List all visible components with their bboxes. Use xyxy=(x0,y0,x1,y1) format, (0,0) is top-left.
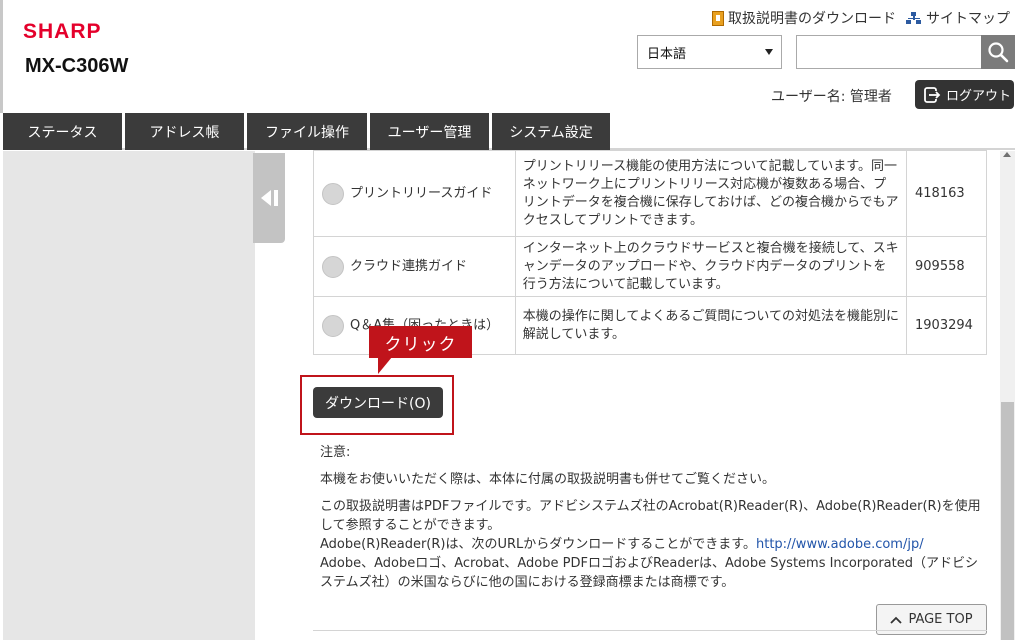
table-row: プリントリリースガイド プリントリリース機能の使用方法について記載しています。同… xyxy=(313,150,987,237)
manual-name: プリントリリースガイド xyxy=(350,185,493,201)
main-tabs: ステータス アドレス帳 ファイル操作 ユーザー管理 システム設定 xyxy=(3,113,1015,150)
search-input[interactable] xyxy=(796,35,982,69)
callout-tail xyxy=(378,357,392,374)
search-button[interactable] xyxy=(981,35,1015,69)
manual-name: クラウド連携ガイド xyxy=(350,258,468,274)
tab-file-operations[interactable]: ファイル操作 xyxy=(247,113,367,150)
scroll-up-arrow-icon[interactable] xyxy=(1003,152,1011,157)
manual-size: 418163 xyxy=(906,150,987,237)
username-label: ユーザー名: 管理者 xyxy=(771,89,892,105)
divider xyxy=(313,630,987,631)
tab-status[interactable]: ステータス xyxy=(3,113,122,150)
sidebar-toggle[interactable] xyxy=(253,153,285,243)
search-icon xyxy=(988,42,1009,63)
manual-download-link[interactable]: 取扱説明書のダウンロード xyxy=(712,8,896,28)
click-callout: クリック xyxy=(369,326,472,358)
tab-system-settings[interactable]: システム設定 xyxy=(492,113,610,150)
manual-table: プリントリリースガイド プリントリリース機能の使用方法について記載しています。同… xyxy=(313,150,987,355)
notice-heading: 注意: xyxy=(320,445,351,460)
logout-button[interactable]: ログアウト xyxy=(915,80,1014,109)
manual-radio[interactable] xyxy=(322,255,344,278)
book-icon xyxy=(712,10,724,26)
tab-user-management[interactable]: ユーザー管理 xyxy=(370,113,489,150)
manual-description: インターネット上のクラウドサービスと複合機を接続して、スキャンデータのアップロー… xyxy=(514,236,908,297)
manual-radio[interactable] xyxy=(322,314,344,337)
caret-down-icon xyxy=(765,49,773,55)
notice-text: Adobe、Adobeロゴ、Acrobat、Adobe PDFロゴおよびRead… xyxy=(320,556,978,590)
manual-description: 本機の操作に関してよくあるご質問についての対処法を機能別に解説しています。 xyxy=(514,296,908,355)
notice-line: 本機をお使いいただく際は、本体に付属の取扱説明書も併せてご覧ください。 xyxy=(320,472,776,487)
manual-size: 909558 xyxy=(906,236,987,297)
collapse-arrow-icon xyxy=(260,190,271,206)
language-value: 日本語 xyxy=(647,46,687,62)
scrollbar-thumb[interactable] xyxy=(1001,402,1014,640)
notice-text: この取扱説明書はPDFファイルです。アドビシステムズ社のAcrobat(R)Re… xyxy=(320,499,981,533)
header: SHARP MX-C306W 取扱説明書のダウンロード サイトマップ 日本語 ユ… xyxy=(0,0,1015,113)
chevron-up-icon xyxy=(890,616,903,624)
download-button[interactable]: ダウンロード(O) xyxy=(313,387,443,418)
manual-description: プリントリリース機能の使用方法について記載しています。同一ネットワーク上にプリン… xyxy=(514,150,908,237)
table-row: クラウド連携ガイド インターネット上のクラウドサービスと複合機を接続して、スキャ… xyxy=(313,236,987,297)
sitemap-link[interactable]: サイトマップ xyxy=(906,8,1010,28)
manual-download-label: 取扱説明書のダウンロード xyxy=(728,11,896,27)
notice-paragraph: この取扱説明書はPDFファイルです。アドビシステムズ社のAcrobat(R)Re… xyxy=(320,497,985,592)
model-name: MX-C306W xyxy=(25,55,129,77)
logout-icon xyxy=(924,86,941,103)
top-links: 取扱説明書のダウンロード サイトマップ xyxy=(712,8,1010,28)
logout-label: ログアウト xyxy=(946,89,1012,104)
sitemap-label: サイトマップ xyxy=(926,11,1010,27)
brand-logo: SHARP xyxy=(23,20,102,43)
manual-radio[interactable] xyxy=(322,182,344,205)
page-top-label: PAGE TOP xyxy=(908,612,973,627)
manual-size: 1903294 xyxy=(906,296,987,355)
sidebar xyxy=(3,151,255,640)
notice-section: 注意: 本機をお使いいただく際は、本体に付属の取扱説明書も併せてご覧ください。 … xyxy=(320,443,985,600)
notice-text: Adobe(R)Reader(R)は、次のURLからダウンロードすることができま… xyxy=(320,537,756,552)
adobe-link[interactable]: http://www.adobe.com/jp/ xyxy=(756,537,924,552)
sitemap-icon xyxy=(906,11,922,25)
language-select[interactable]: 日本語 xyxy=(637,35,782,69)
tab-address-book[interactable]: アドレス帳 xyxy=(125,113,244,150)
collapse-bar-icon xyxy=(273,190,278,206)
